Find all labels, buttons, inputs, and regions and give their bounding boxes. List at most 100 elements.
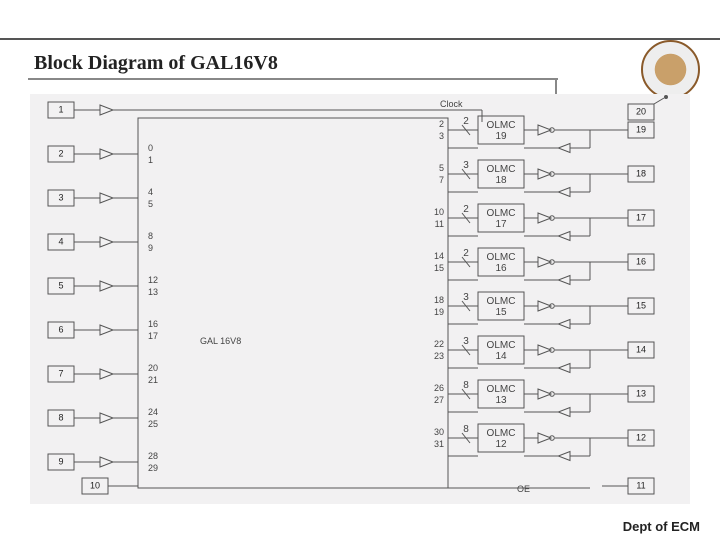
svg-text:5: 5 [148,199,153,209]
svg-text:12: 12 [495,439,507,450]
svg-text:11: 11 [435,219,444,229]
svg-text:29: 29 [148,463,158,473]
svg-text:7: 7 [58,368,63,378]
svg-text:21: 21 [148,375,158,385]
footer-dept: Dept of ECM [623,519,700,534]
svg-text:8: 8 [148,231,153,241]
svg-text:3: 3 [463,160,469,171]
svg-text:3: 3 [463,292,469,303]
svg-text:15: 15 [636,300,646,310]
svg-text:26: 26 [434,383,444,393]
svg-text:16: 16 [636,256,646,266]
svg-text:OLMC: OLMC [487,296,516,307]
svg-text:2: 2 [58,148,63,158]
svg-text:31: 31 [434,439,444,449]
olmc-12: 83031OLMC1212 [434,424,654,461]
svg-text:OLMC: OLMC [487,120,516,131]
left-pin-9: 9 28 29 [48,451,158,473]
svg-text:24: 24 [148,407,158,417]
svg-text:16: 16 [495,263,507,274]
svg-text:19: 19 [434,307,444,317]
olmc-14: 32223OLMC1414 [434,336,654,373]
svg-text:13: 13 [148,287,158,297]
svg-text:2: 2 [463,204,469,215]
olmc-16: 21415OLMC1616 [434,248,654,285]
svg-text:7: 7 [439,175,444,185]
title-underline [28,78,558,80]
svg-text:8: 8 [463,380,469,391]
left-pin-7: 7 20 21 [48,363,158,385]
svg-text:OLMC: OLMC [487,252,516,263]
svg-text:20: 20 [148,363,158,373]
olmc-group: 223OLMC1919357OLMC181821011OLMC171721415… [434,116,654,461]
svg-text:18: 18 [434,295,444,305]
svg-text:30: 30 [434,427,444,437]
svg-text:14: 14 [636,344,646,354]
svg-text:2: 2 [463,248,469,259]
svg-text:5: 5 [439,163,444,173]
left-pin-8: 8 24 25 [48,407,158,429]
svg-text:23: 23 [434,351,444,361]
svg-text:6: 6 [58,324,63,334]
left-pin-5: 5 12 13 [48,275,158,297]
olmc-18: 357OLMC1818 [439,160,654,197]
svg-text:19: 19 [636,124,646,134]
svg-text:4: 4 [58,236,63,246]
svg-text:10: 10 [90,480,100,490]
left-pin-4: 489 [48,231,153,253]
svg-text:18: 18 [636,168,646,178]
clock-label: Clock [440,99,463,109]
svg-text:12: 12 [636,432,646,442]
svg-text:28: 28 [148,451,158,461]
svg-text:17: 17 [148,331,158,341]
oe-label: OE [517,484,530,494]
svg-text:15: 15 [434,263,444,273]
svg-text:14: 14 [495,351,507,362]
olmc-19: 223OLMC1919 [439,116,654,153]
svg-text:OLMC: OLMC [487,428,516,439]
svg-text:27: 27 [434,395,444,405]
svg-text:0: 0 [148,143,153,153]
left-pin-6: 6 16 17 [48,319,158,341]
svg-text:1: 1 [148,155,153,165]
svg-text:17: 17 [636,212,646,222]
svg-text:14: 14 [434,251,444,261]
svg-text:22: 22 [434,339,444,349]
left-bottom-pin: 10 [82,478,138,494]
left-pin-3: 3 4 5 [48,187,153,209]
svg-text:3: 3 [463,336,469,347]
svg-text:OLMC: OLMC [487,164,516,175]
svg-text:15: 15 [495,307,507,318]
svg-text:4: 4 [148,187,153,197]
gal16v8-svg: GAL 16V8 Clock 1201345489512136161772021… [30,94,690,504]
svg-text:12: 12 [148,275,158,285]
chip-label: GAL 16V8 [200,336,241,346]
svg-text:13: 13 [495,395,507,406]
svg-text:17: 17 [495,219,507,230]
svg-text:OLMC: OLMC [487,384,516,395]
svg-text:1: 1 [58,104,63,114]
svg-text:13: 13 [636,388,646,398]
svg-text:OLMC: OLMC [487,340,516,351]
svg-text:OLMC: OLMC [487,208,516,219]
right-top-pin: 20 [628,95,668,120]
svg-text:5: 5 [58,280,63,290]
svg-text:3: 3 [439,131,444,141]
svg-text:2: 2 [439,119,444,129]
left-pin-1: 1 [48,102,138,118]
svg-text:11: 11 [636,480,645,490]
svg-text:10: 10 [434,207,444,217]
top-rule [0,38,720,40]
svg-text:3: 3 [58,192,63,202]
svg-text:25: 25 [148,419,158,429]
svg-text:19: 19 [495,131,507,142]
olmc-15: 31819OLMC1515 [434,292,654,329]
svg-text:2: 2 [463,116,469,127]
university-logo-icon [641,40,700,99]
svg-text:8: 8 [58,412,63,422]
svg-text:16: 16 [148,319,158,329]
olmc-13: 82627OLMC1313 [434,380,654,417]
svg-text:20: 20 [636,106,646,116]
page-title: Block Diagram of GAL16V8 [34,52,278,75]
svg-text:9: 9 [58,456,63,466]
